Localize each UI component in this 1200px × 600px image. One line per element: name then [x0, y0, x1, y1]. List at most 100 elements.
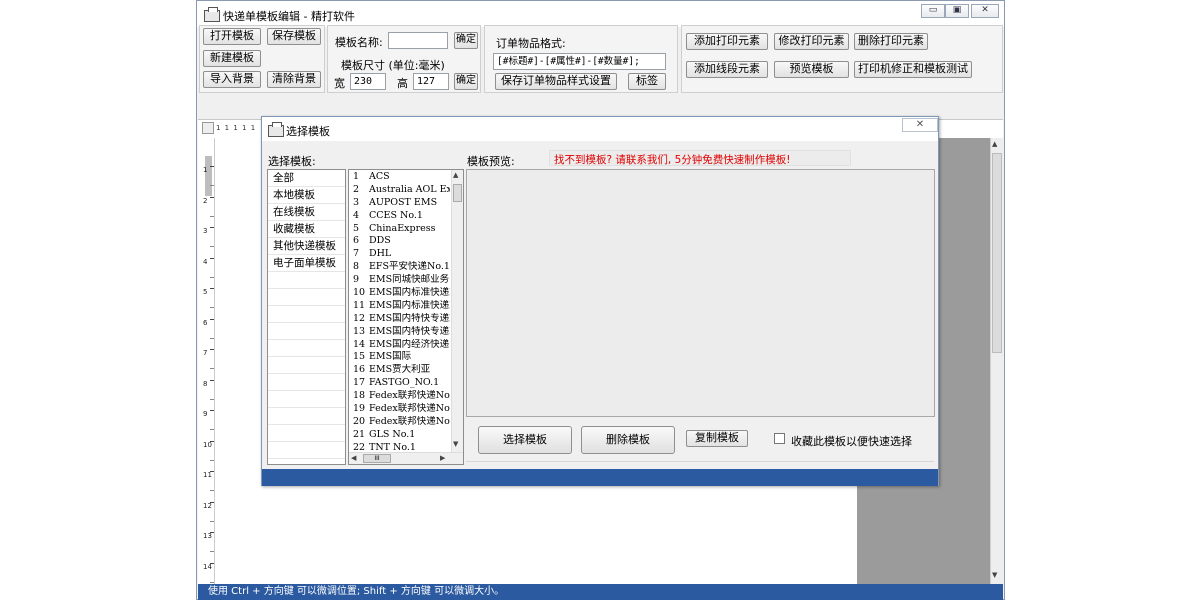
scroll-left-icon[interactable]: ◀ [351, 454, 356, 462]
window-title: 快递单模板编辑 - 精打软件 [223, 10, 355, 23]
scroll-down-icon[interactable]: ▼ [453, 440, 458, 448]
minimize-button[interactable]: ▭ [921, 4, 945, 18]
template-list-item[interactable]: 21 GLS No.1 [349, 429, 450, 442]
template-number: 4 [353, 209, 360, 221]
close-icon: ✕ [915, 119, 925, 130]
template-list-hscroll[interactable]: ◀ III ▶ [349, 452, 463, 464]
ruler-tick [210, 318, 214, 339]
delete-template-button[interactable]: 删除模板 [581, 426, 675, 454]
width-input[interactable]: 230 [350, 73, 386, 90]
template-list-item[interactable]: 8 EFS平安快递No.1 [349, 261, 450, 274]
template-list-item[interactable]: 17 FASTGO_NO.1 [349, 377, 450, 390]
order-format-input[interactable]: [#标题#]-[#属性#]-[#数量#]; [493, 53, 666, 70]
template-list-item[interactable]: 19 Fedex联邦快递No. [349, 403, 450, 416]
height-label: 高 [397, 77, 408, 90]
template-number: 13 [353, 325, 366, 337]
template-list-vscroll[interactable]: ▲ ▼ [451, 170, 463, 452]
save-template-button[interactable]: 保存模板 [267, 28, 321, 45]
title-bar: 快递单模板编辑 - 精打软件 ▭ ▣ ✕ [197, 1, 1004, 27]
category-empty-row [268, 306, 345, 323]
printer-calibrate-button[interactable]: 打印机修正和模板测试 [854, 61, 972, 78]
import-background-button[interactable]: 导入背景 [203, 71, 261, 88]
template-list-item[interactable]: 15 EMS国际 [349, 351, 450, 364]
divider [466, 461, 934, 462]
template-list-item[interactable]: 5 ChinaExpress [349, 223, 450, 236]
template-name: EMS国内标准快递N [369, 299, 450, 311]
ruler-tick [210, 562, 214, 583]
ruler-number: 8 [203, 379, 208, 388]
category-empty-row [268, 391, 345, 408]
scroll-thumb[interactable] [453, 184, 462, 202]
template-name: Australia AOL Ex [369, 183, 450, 195]
category-empty-row [268, 340, 345, 357]
category-item[interactable]: 其他快递模板 [268, 238, 345, 255]
category-item[interactable]: 本地模板 [268, 187, 345, 204]
ruler-number: 6 [203, 318, 208, 327]
ruler-corner [202, 122, 214, 134]
close-button[interactable]: ✕ [971, 4, 999, 18]
scroll-thumb[interactable]: III [363, 454, 391, 463]
clear-background-button[interactable]: 清除背景 [267, 71, 321, 88]
new-template-button[interactable]: 新建模板 [203, 50, 261, 67]
template-name-input[interactable] [388, 32, 448, 49]
template-number: 11 [353, 299, 366, 311]
select-template-button[interactable]: 选择模板 [478, 426, 572, 454]
template-name-confirm-button[interactable]: 确定 [454, 32, 478, 49]
category-empty-row [268, 442, 345, 459]
template-list-item[interactable]: 13 EMS国内特快专递N [349, 326, 450, 339]
scroll-right-icon[interactable]: ▶ [440, 454, 445, 462]
ruler-number: 2 [203, 196, 208, 205]
select-template-dialog: 选择模板 ✕ 选择模板: 模板预览: 找不到模板? 请联系我们, 5分钟免费快速… [261, 116, 939, 486]
copy-template-button[interactable]: 复制模板 [686, 430, 748, 447]
delete-print-element-button[interactable]: 删除打印元素 [854, 33, 928, 50]
template-list-item[interactable]: 6 DDS [349, 235, 450, 248]
template-preview-area [466, 169, 935, 417]
template-size-label: 模板尺寸 (单位:毫米) [341, 59, 445, 72]
template-list-item[interactable]: 18 Fedex联邦快递No. [349, 390, 450, 403]
category-item[interactable]: 电子面单模板 [268, 255, 345, 272]
add-line-element-button[interactable]: 添加线段元素 [686, 61, 768, 78]
template-list-item[interactable]: 1 ACS [349, 171, 450, 184]
category-item[interactable]: 全部 [268, 170, 345, 187]
template-list-item[interactable]: 4 CCES No.1 [349, 210, 450, 223]
vertical-scrollbar[interactable]: ▲ ▼ [990, 138, 1003, 585]
template-name: EMS国内特快专递N [369, 312, 450, 324]
template-list-item[interactable]: 7 DHL [349, 248, 450, 261]
preview-template-button[interactable]: 预览模板 [774, 61, 849, 78]
template-list-item[interactable]: 10 EMS国内标准快递N [349, 287, 450, 300]
edit-print-element-button[interactable]: 修改打印元素 [774, 33, 849, 50]
template-name: GLS No.1 [369, 428, 416, 440]
category-empty-row [268, 374, 345, 391]
template-list-item[interactable]: 11 EMS国内标准快递N [349, 300, 450, 313]
height-input[interactable]: 127 [413, 73, 449, 90]
scroll-down-icon[interactable]: ▼ [992, 571, 997, 579]
template-list-item[interactable]: 2 Australia AOL Ex [349, 184, 450, 197]
restore-button[interactable]: ▣ [945, 4, 969, 18]
size-confirm-button[interactable]: 确定 [454, 73, 478, 90]
template-number: 15 [353, 351, 366, 363]
category-empty-row [268, 272, 345, 289]
add-print-element-button[interactable]: 添加打印元素 [686, 33, 768, 50]
template-list-item[interactable]: 9 EMS同城快邮业务: [349, 274, 450, 287]
template-number: 19 [353, 403, 366, 415]
template-number: 16 [353, 364, 366, 376]
category-empty-row [268, 323, 345, 340]
tag-button[interactable]: 标签 [628, 73, 666, 90]
template-list-item[interactable]: 3 AUPOST EMS [349, 197, 450, 210]
open-template-button[interactable]: 打开模板 [203, 28, 261, 45]
template-list-item[interactable]: 20 Fedex联邦快递No. [349, 416, 450, 429]
save-order-style-button[interactable]: 保存订单物品样式设置 [495, 73, 617, 90]
category-item[interactable]: 收藏模板 [268, 221, 345, 238]
template-list-item[interactable]: 16 EMS贾大利亚 [349, 364, 450, 377]
dialog-close-button[interactable]: ✕ [902, 118, 938, 132]
template-list-item[interactable]: 12 EMS国内特快专递N [349, 313, 450, 326]
category-item[interactable]: 在线模板 [268, 204, 345, 221]
template-list-item[interactable]: 14 EMS国内经济快递 [349, 339, 450, 352]
width-label: 宽 [334, 77, 345, 90]
template-name: EMS国内特快专递N [369, 325, 450, 337]
scroll-up-icon[interactable]: ▲ [453, 171, 458, 179]
scroll-thumb[interactable] [992, 153, 1002, 353]
scroll-up-icon[interactable]: ▲ [992, 140, 997, 148]
template-name: EMS同城快邮业务: [369, 274, 450, 286]
favorite-checkbox[interactable] [774, 433, 785, 444]
